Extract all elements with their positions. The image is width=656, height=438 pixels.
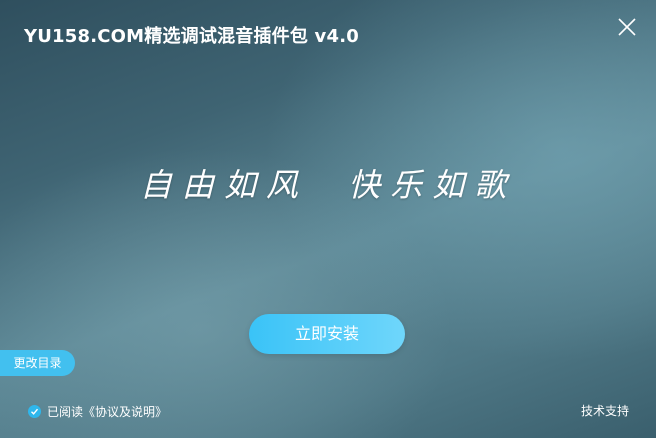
agreement-row: 已阅读 《协议及说明》 <box>28 403 167 419</box>
tech-support-link[interactable]: 技术支持 <box>581 403 629 419</box>
agreement-link[interactable]: 《协议及说明》 <box>83 403 167 420</box>
close-icon <box>618 18 636 36</box>
installer-window: YU158.COM精选调试混音插件包 v4.0 自由如风 快乐如歌 立即安装 更… <box>0 0 656 438</box>
window-title: YU158.COM精选调试混音插件包 v4.0 <box>24 26 359 47</box>
check-icon <box>31 408 39 415</box>
install-button[interactable]: 立即安装 <box>249 314 405 354</box>
slogan-text: 自由如风 快乐如歌 <box>139 166 517 204</box>
agree-prefix-text: 已阅读 <box>47 404 84 419</box>
agree-checkbox[interactable] <box>28 404 41 418</box>
change-directory-button[interactable]: 更改目录 <box>0 350 75 376</box>
close-button[interactable] <box>616 16 638 38</box>
